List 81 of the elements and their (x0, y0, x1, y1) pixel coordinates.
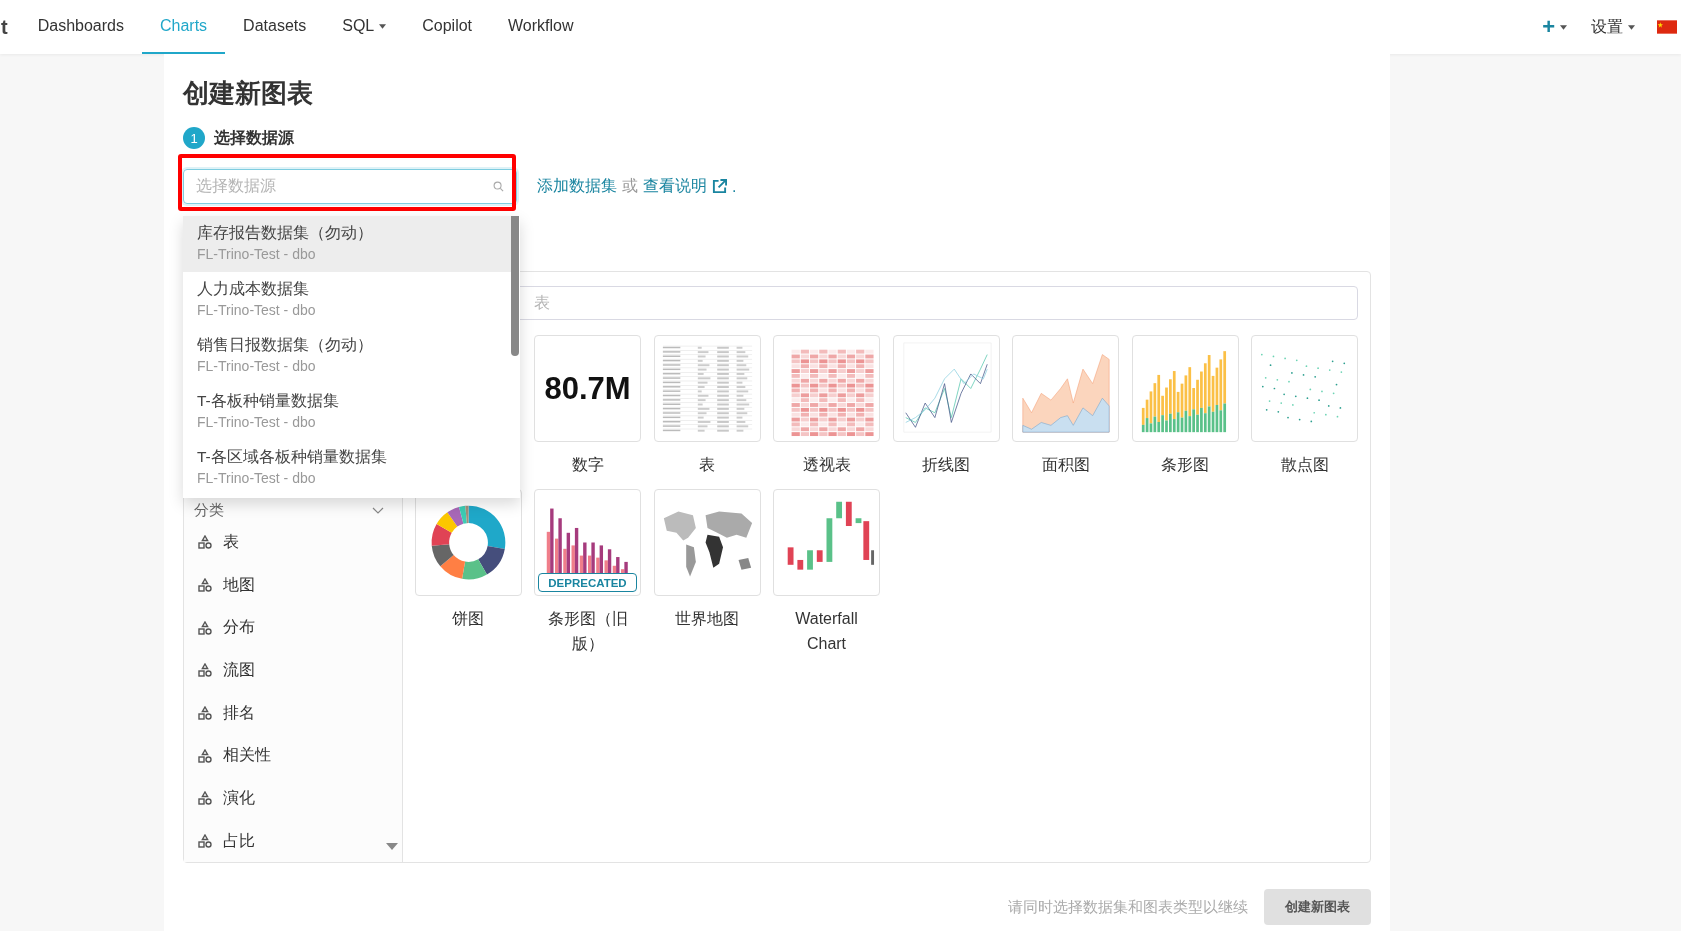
nav-tab[interactable]: SQL (324, 0, 405, 54)
nav-tab[interactable]: Workflow (490, 0, 592, 54)
dataset-option[interactable]: T-各区域各板种销量数据集 FL-Trino-Test - dbo (183, 440, 511, 496)
chart-type-thumbnail[interactable] (1131, 335, 1239, 442)
scrollbar-thumb[interactable] (511, 216, 519, 356)
dataset-option[interactable]: T-各板种销量数据集 FL-Trino-Test - dbo (183, 384, 511, 440)
dataset-source: FL-Trino-Test - dbo (197, 413, 317, 432)
chart-type-thumbnail[interactable] (1012, 335, 1119, 442)
chart-type-label: 世界地图 (674, 609, 740, 629)
chart-type-thumbnail[interactable] (653, 489, 761, 596)
dataset-name: T-各板种销量数据集 (197, 391, 340, 411)
dataset-source: FL-Trino-Test - dbo (197, 245, 317, 264)
page-title: 创建新图表 (183, 77, 314, 110)
dataset-name: 销售日报数据集（勿动） (197, 335, 374, 355)
settings-menu-button[interactable]: 设置 (1579, 0, 1647, 54)
external-link-icon[interactable] (712, 179, 727, 194)
chart-type-label: 面积图 (1040, 455, 1091, 475)
chart-type-thumbnail[interactable] (773, 335, 880, 442)
dataset-option[interactable]: 库存报告数据集（勿动） FL-Trino-Test - dbo (183, 216, 511, 272)
period-text: . (732, 177, 737, 196)
chart-type-thumbnail[interactable] (653, 335, 761, 442)
footer-hint: 请同时选择数据集和图表类型以继续 (1008, 897, 1248, 917)
dataset-name: T-各区域各板种销量数据集 (197, 447, 388, 467)
shapes-icon (198, 578, 212, 593)
shapes-icon (198, 748, 212, 763)
shapes-icon (198, 620, 212, 635)
chart-type-thumbnail[interactable] (892, 335, 1000, 442)
nav-tab[interactable]: Datasets (225, 0, 325, 54)
chart-type-thumbnail[interactable]: DEPRECATED (534, 489, 641, 596)
step-number-badge: 1 (183, 127, 205, 149)
caret-icon (1628, 24, 1635, 30)
add-menu-button[interactable]: + (1530, 0, 1579, 54)
category-item[interactable]: 地图 (184, 563, 402, 607)
shapes-icon (198, 663, 212, 678)
chart-type-thumbnail[interactable] (773, 489, 880, 596)
or-text: 或 (622, 176, 638, 196)
category-item[interactable]: 流图 (184, 649, 402, 692)
dataset-source: FL-Trino-Test - dbo (197, 357, 317, 376)
dataset-source: FL-Trino-Test - dbo (197, 301, 317, 320)
chart-type-thumbnail[interactable] (1251, 335, 1358, 442)
nav-tab[interactable]: Dashboards (19, 0, 142, 54)
chart-type-thumbnail[interactable] (414, 489, 522, 596)
dataset-source: FL-Trino-Test - dbo (197, 469, 317, 488)
step-title: 选择数据源 (214, 127, 294, 148)
shapes-icon (198, 834, 212, 849)
scroll-down-arrow-icon[interactable] (385, 843, 398, 850)
category-item[interactable]: 相关性 (184, 734, 402, 778)
dataset-option[interactable]: 销售日报数据集（勿动） FL-Trino-Test - dbo (183, 328, 511, 384)
shapes-icon (198, 535, 212, 550)
caret-icon (379, 23, 387, 29)
chart-type-label: 透视表 (801, 455, 852, 475)
chart-type-thumbnail[interactable]: 80.7M (534, 335, 641, 442)
chart-type-label: 折线图 (921, 455, 971, 475)
view-docs-link[interactable]: 查看说明 (643, 176, 707, 197)
nav-tab[interactable]: Copilot (404, 0, 491, 54)
dataset-name: 人力成本数据集 (197, 279, 310, 299)
chart-type-label: 散点图 (1279, 455, 1330, 475)
shapes-icon (198, 791, 212, 806)
add-dataset-link[interactable]: 添加数据集 (537, 176, 617, 197)
big-number-text: 80.7M (544, 370, 631, 407)
caret-icon (1560, 24, 1567, 30)
category-item[interactable]: 演化 (184, 777, 402, 820)
category-item[interactable]: 排名 (184, 691, 402, 735)
create-chart-button[interactable]: 创建新图表 (1264, 889, 1371, 925)
flag-icon[interactable] (1657, 20, 1677, 34)
dataset-name: 库存报告数据集（勿动） (197, 223, 374, 243)
search-icon (493, 181, 504, 192)
chart-type-label: 数字 (570, 455, 605, 475)
chart-type-label: 饼图 (451, 609, 485, 629)
chart-type-label: 条形图（旧版） (546, 609, 629, 654)
category-header: 分类 (194, 500, 224, 520)
category-item[interactable]: 表 (184, 521, 402, 564)
chevron-down-icon[interactable] (371, 506, 384, 514)
chart-type-label: 表 (698, 455, 716, 475)
deprecated-badge: DEPRECATED (538, 573, 637, 592)
chart-type-label: Waterfall Chart (794, 609, 859, 654)
category-item[interactable]: 分布 (184, 606, 402, 650)
shapes-icon (198, 706, 212, 721)
logo-text: t (1, 15, 8, 39)
category-item[interactable]: 占比 (184, 819, 402, 863)
chart-type-label: 条形图 (1160, 455, 1210, 475)
